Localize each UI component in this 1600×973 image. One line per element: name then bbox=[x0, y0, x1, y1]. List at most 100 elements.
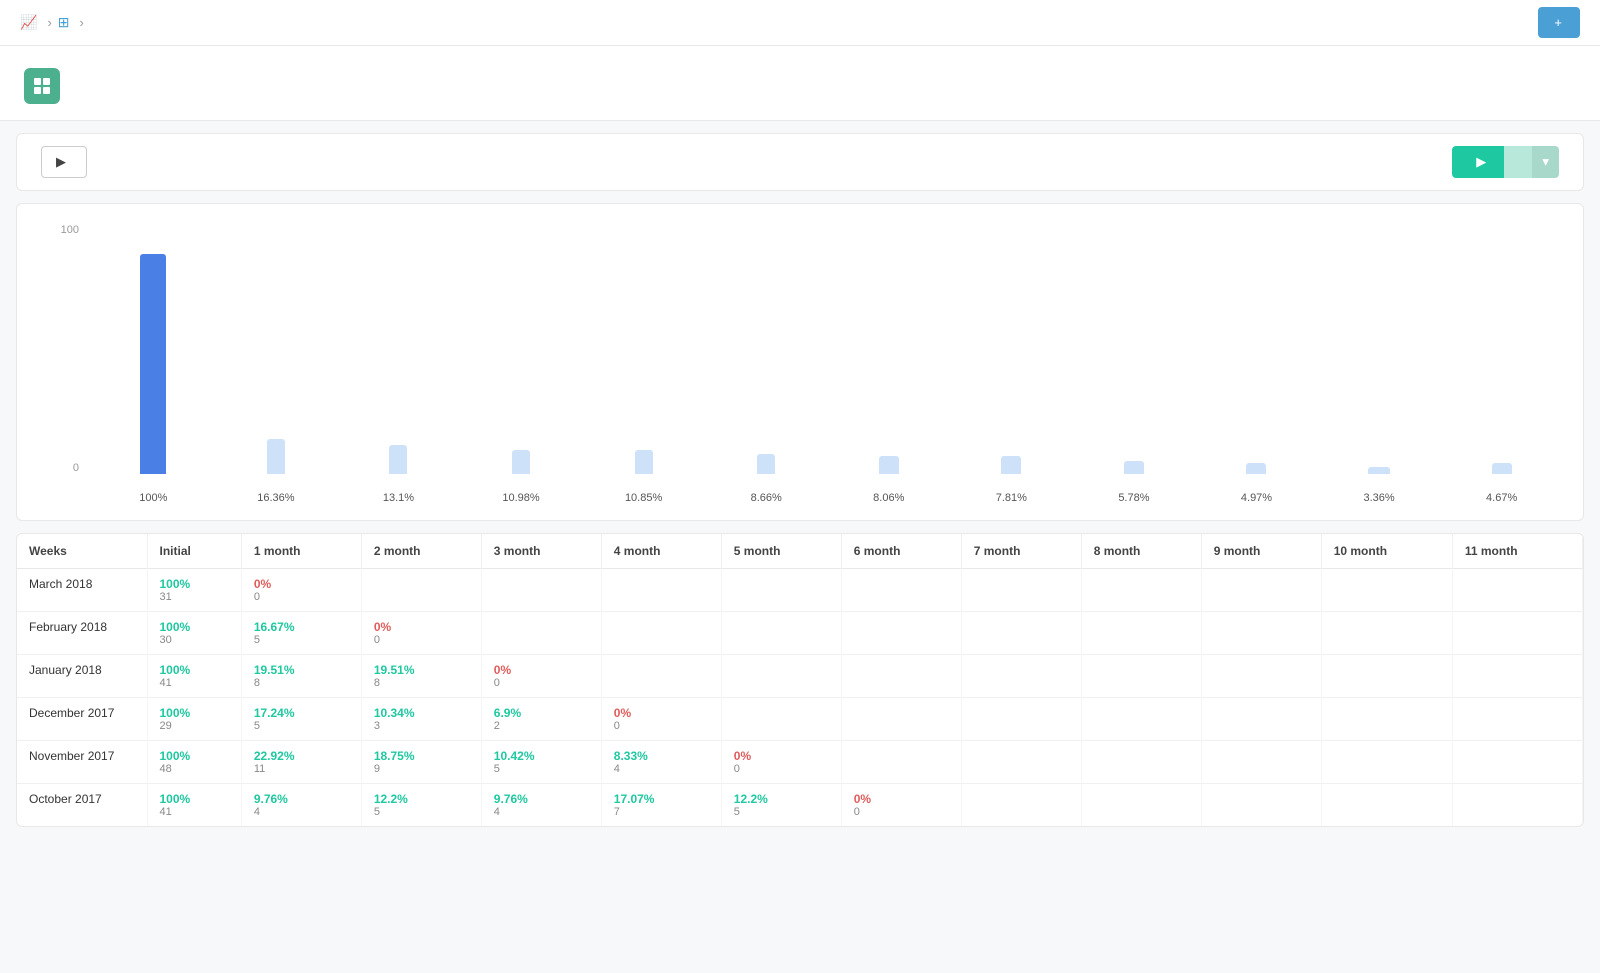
cell-pct-5-4: 17.07% bbox=[614, 792, 709, 806]
col-header-3: 2 month bbox=[361, 534, 481, 569]
chart-bar-col-11 bbox=[1440, 224, 1563, 474]
chart-label-5: 8.66% bbox=[705, 492, 828, 504]
cell-4-5: 0%0 bbox=[721, 741, 841, 784]
cell-1-10 bbox=[1321, 612, 1452, 655]
cell-3-0: 100%29 bbox=[147, 698, 241, 741]
cell-0-8 bbox=[1081, 569, 1201, 612]
cell-2-9 bbox=[1201, 655, 1321, 698]
cell-2-5 bbox=[721, 655, 841, 698]
cell-4-9 bbox=[1201, 741, 1321, 784]
cell-4-1: 22.92%11 bbox=[241, 741, 361, 784]
cell-pct-1-1: 16.67% bbox=[254, 620, 349, 634]
cell-num-1-2: 0 bbox=[374, 634, 469, 646]
cell-5-7 bbox=[961, 784, 1081, 827]
cell-2-10 bbox=[1321, 655, 1452, 698]
cell-num-4-5: 0 bbox=[734, 763, 829, 775]
table-section: WeeksInitial1 month2 month3 month4 month… bbox=[16, 533, 1584, 827]
cell-0-3 bbox=[481, 569, 601, 612]
chart-bar-8 bbox=[1124, 461, 1144, 474]
cell-3-7 bbox=[961, 698, 1081, 741]
cell-num-4-3: 5 bbox=[494, 763, 589, 775]
chart-label-6: 8.06% bbox=[827, 492, 950, 504]
new-report-button[interactable]: + bbox=[1538, 7, 1580, 38]
cell-4-11 bbox=[1452, 741, 1582, 784]
week-label-5: October 2017 bbox=[17, 784, 147, 827]
save-button[interactable] bbox=[1504, 146, 1532, 178]
table-row: November 2017100%4822.92%1118.75%910.42%… bbox=[17, 741, 1583, 784]
page-icon bbox=[24, 68, 60, 104]
cell-5-10 bbox=[1321, 784, 1452, 827]
cell-1-2: 0%0 bbox=[361, 612, 481, 655]
cell-pct-4-0: 100% bbox=[160, 749, 229, 763]
cell-pct-2-0: 100% bbox=[160, 663, 229, 677]
cell-5-5: 12.2%5 bbox=[721, 784, 841, 827]
chart-y-axis: 100 0 bbox=[37, 224, 87, 474]
chart-bar-col-3 bbox=[460, 224, 583, 474]
cell-pct-2-2: 19.51% bbox=[374, 663, 469, 677]
chart-bar-col-4 bbox=[582, 224, 705, 474]
col-header-7: 6 month bbox=[841, 534, 961, 569]
cell-3-9 bbox=[1201, 698, 1321, 741]
cell-num-3-2: 3 bbox=[374, 720, 469, 732]
breadcrumb-analyze[interactable]: 📈 bbox=[20, 14, 41, 31]
breadcrumb-retention[interactable]: ⊞ bbox=[58, 14, 74, 31]
chart-bar-5 bbox=[757, 454, 775, 474]
cell-2-1: 19.51%8 bbox=[241, 655, 361, 698]
cell-num-2-1: 8 bbox=[254, 677, 349, 689]
cell-1-0: 100%30 bbox=[147, 612, 241, 655]
cell-5-11 bbox=[1452, 784, 1582, 827]
cell-0-6 bbox=[841, 569, 961, 612]
save-dropdown-button[interactable]: ▾ bbox=[1532, 146, 1559, 178]
cell-pct-5-3: 9.76% bbox=[494, 792, 589, 806]
cell-pct-0-1: 0% bbox=[254, 577, 349, 591]
cell-num-5-5: 5 bbox=[734, 806, 829, 818]
cell-pct-3-0: 100% bbox=[160, 706, 229, 720]
table-row: December 2017100%2917.24%510.34%36.9%20%… bbox=[17, 698, 1583, 741]
week-label-1: February 2018 bbox=[17, 612, 147, 655]
chart-bar-col-6 bbox=[827, 224, 950, 474]
col-header-2: 1 month bbox=[241, 534, 361, 569]
chart-bar-col-1 bbox=[215, 224, 338, 474]
cell-5-4: 17.07%7 bbox=[601, 784, 721, 827]
cell-pct-5-1: 9.76% bbox=[254, 792, 349, 806]
cell-pct-4-1: 22.92% bbox=[254, 749, 349, 763]
cell-num-4-0: 48 bbox=[160, 763, 229, 775]
chart-bar-col-5 bbox=[705, 224, 828, 474]
cell-num-3-1: 5 bbox=[254, 720, 349, 732]
cell-0-1: 0%0 bbox=[241, 569, 361, 612]
col-header-8: 7 month bbox=[961, 534, 1081, 569]
cell-pct-5-2: 12.2% bbox=[374, 792, 469, 806]
cell-2-8 bbox=[1081, 655, 1201, 698]
chart-section: 100 0 100%16.36%13.1%10.98%10.85%8.66%8.… bbox=[16, 203, 1584, 521]
chart-area: 100 0 100%16.36%13.1%10.98%10.85%8.66%8.… bbox=[37, 224, 1563, 504]
chart-bar-7 bbox=[1001, 456, 1021, 474]
col-header-9: 8 month bbox=[1081, 534, 1201, 569]
cell-4-3: 10.42%5 bbox=[481, 741, 601, 784]
cell-num-2-2: 8 bbox=[374, 677, 469, 689]
chart-bar-9 bbox=[1246, 463, 1266, 474]
toolbar-right: ▶ ▾ bbox=[1452, 146, 1559, 178]
cell-1-4 bbox=[601, 612, 721, 655]
cell-0-0: 100%31 bbox=[147, 569, 241, 612]
chart-bar-11 bbox=[1492, 463, 1512, 474]
toolbar: ▶ ▶ ▾ bbox=[16, 133, 1584, 191]
configure-report-button[interactable]: ▶ bbox=[41, 146, 87, 178]
cell-3-5 bbox=[721, 698, 841, 741]
chart-bar-col-2 bbox=[337, 224, 460, 474]
breadcrumb: 📈 › ⊞ › bbox=[20, 14, 90, 31]
cell-2-11 bbox=[1452, 655, 1582, 698]
run-button[interactable]: ▶ bbox=[1452, 146, 1504, 178]
cell-5-1: 9.76%4 bbox=[241, 784, 361, 827]
run-icon: ▶ bbox=[1476, 154, 1486, 170]
cell-1-11 bbox=[1452, 612, 1582, 655]
cell-num-5-4: 7 bbox=[614, 806, 709, 818]
cell-2-4 bbox=[601, 655, 721, 698]
cell-4-2: 18.75%9 bbox=[361, 741, 481, 784]
y-label-0: 0 bbox=[73, 462, 79, 474]
col-header-0: Weeks bbox=[17, 534, 147, 569]
cell-num-5-6: 0 bbox=[854, 806, 949, 818]
cell-1-6 bbox=[841, 612, 961, 655]
top-nav: 📈 › ⊞ › + bbox=[0, 0, 1600, 46]
cell-pct-4-5: 0% bbox=[734, 749, 829, 763]
cell-1-8 bbox=[1081, 612, 1201, 655]
